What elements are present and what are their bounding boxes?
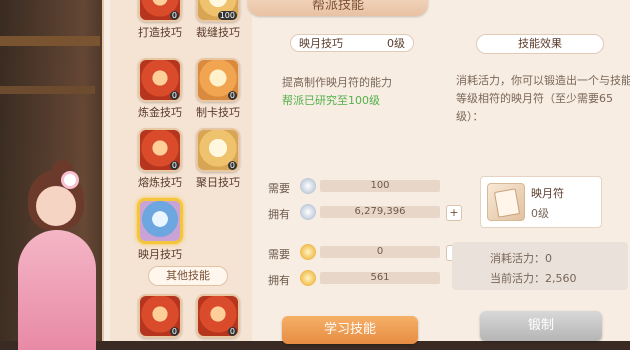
other-skill-icon: 0	[196, 294, 240, 338]
guild-research-status: 帮派已研究至100级	[282, 94, 380, 107]
skill-smelting[interactable]: 0 熔炼技巧	[136, 128, 184, 190]
skill-level: 0级	[387, 37, 405, 50]
skill-count: 100	[217, 11, 237, 20]
skill-label: 熔炼技巧	[138, 176, 182, 189]
silver-coin-icon	[300, 204, 316, 220]
item-level: 0级	[531, 207, 549, 220]
vitality-current: 当前活力：2,560	[490, 272, 577, 285]
background-beam	[0, 36, 100, 46]
tailoring-skill-icon: 100	[196, 0, 240, 22]
owned-silver-row: 拥有 6,279,396 +	[268, 204, 462, 222]
skill-label: 映月技巧	[138, 248, 182, 261]
skill-count: 0	[227, 91, 237, 100]
row-label: 拥有	[268, 274, 290, 287]
sun-gathering-skill-icon: 0	[196, 128, 240, 172]
skill-count: 0	[227, 327, 237, 336]
panel-title: 帮派技能	[248, 0, 428, 16]
other-skill-icon: 0	[138, 294, 182, 338]
skill-card-making[interactable]: 0 制卡技巧	[194, 58, 242, 120]
skill-sun-gathering[interactable]: 0 聚日技巧	[194, 128, 242, 190]
card-making-skill-icon: 0	[196, 58, 240, 102]
skill-count: 0	[169, 11, 179, 20]
skill-other-2[interactable]: 0	[194, 294, 242, 338]
row-label: 拥有	[268, 208, 290, 221]
skill-label: 裁缝技巧	[196, 26, 240, 39]
requirement-silver-row: 需要 100	[268, 178, 440, 196]
skill-moon-reflecting[interactable]: 映月技巧	[136, 198, 184, 262]
skill-count: 0	[169, 327, 179, 336]
effect-description: 消耗活力，你可以锻造出一个与技能等级相符的映月符（至少需要65级）：	[456, 74, 630, 123]
skill-label: 制卡技巧	[196, 106, 240, 119]
required-contribution: 0	[320, 246, 440, 258]
required-silver: 100	[320, 180, 440, 192]
skill-description: 提高制作映月符的能力	[282, 76, 392, 89]
item-name: 映月符	[531, 187, 564, 200]
alchemy-skill-icon: 0	[138, 58, 182, 102]
gold-coin-icon	[300, 244, 316, 260]
skill-count: 0	[169, 91, 179, 100]
smelting-skill-icon: 0	[138, 128, 182, 172]
gold-coin-icon	[300, 270, 316, 286]
skill-detail: 映月技巧 0级 提高制作映月符的能力 帮派已研究至100级 需要 100 拥有 …	[262, 16, 462, 341]
silver-coin-icon	[300, 178, 316, 194]
forge-button[interactable]: 锻制	[480, 311, 602, 341]
skill-tailoring[interactable]: 100 裁缝技巧	[194, 0, 242, 40]
vitality-consume: 消耗活力：0	[490, 252, 552, 265]
requirement-contribution-row: 需要 0 i	[268, 244, 462, 262]
item-preview[interactable]: 映月符 0级	[480, 176, 602, 228]
background-beam	[0, 86, 95, 94]
skill-name-pill: 映月技巧 0级	[290, 34, 414, 52]
row-label: 需要	[268, 182, 290, 195]
npc-character	[0, 160, 110, 350]
character-body	[18, 230, 96, 350]
skill-other-1[interactable]: 0	[136, 294, 184, 338]
skill-forging[interactable]: 0 打造技巧	[136, 0, 184, 40]
other-skills-header: 其他技能	[148, 266, 228, 286]
character-flower	[64, 174, 76, 186]
skill-name: 映月技巧	[299, 37, 343, 50]
moon-reflecting-skill-icon	[137, 198, 183, 244]
owned-contribution-row: 拥有 561	[268, 270, 440, 288]
effect-title: 技能效果	[476, 34, 604, 54]
vitality-stats: 消耗活力：0 当前活力：2,560	[452, 242, 628, 290]
row-label: 需要	[268, 248, 290, 261]
skill-label: 炼金技巧	[138, 106, 182, 119]
skill-effect-panel: 技能效果 消耗活力，你可以锻造出一个与技能等级相符的映月符（至少需要65级）： …	[452, 16, 630, 341]
forging-skill-icon: 0	[138, 0, 182, 22]
skill-alchemy[interactable]: 0 炼金技巧	[136, 58, 184, 120]
owned-contribution: 561	[320, 272, 440, 284]
character-face	[36, 186, 76, 226]
learn-skill-button[interactable]: 学习技能	[282, 316, 418, 344]
owned-silver: 6,279,396	[320, 206, 440, 218]
skill-count: 0	[169, 161, 179, 170]
skill-list: 0 打造技巧 100 裁缝技巧 0 炼金技巧 0 制卡技巧 0 熔炼技巧 0 聚…	[110, 0, 252, 341]
skill-label: 打造技巧	[138, 26, 182, 39]
talisman-icon	[487, 183, 525, 221]
skill-label: 聚日技巧	[196, 176, 240, 189]
skill-count: 0	[227, 161, 237, 170]
